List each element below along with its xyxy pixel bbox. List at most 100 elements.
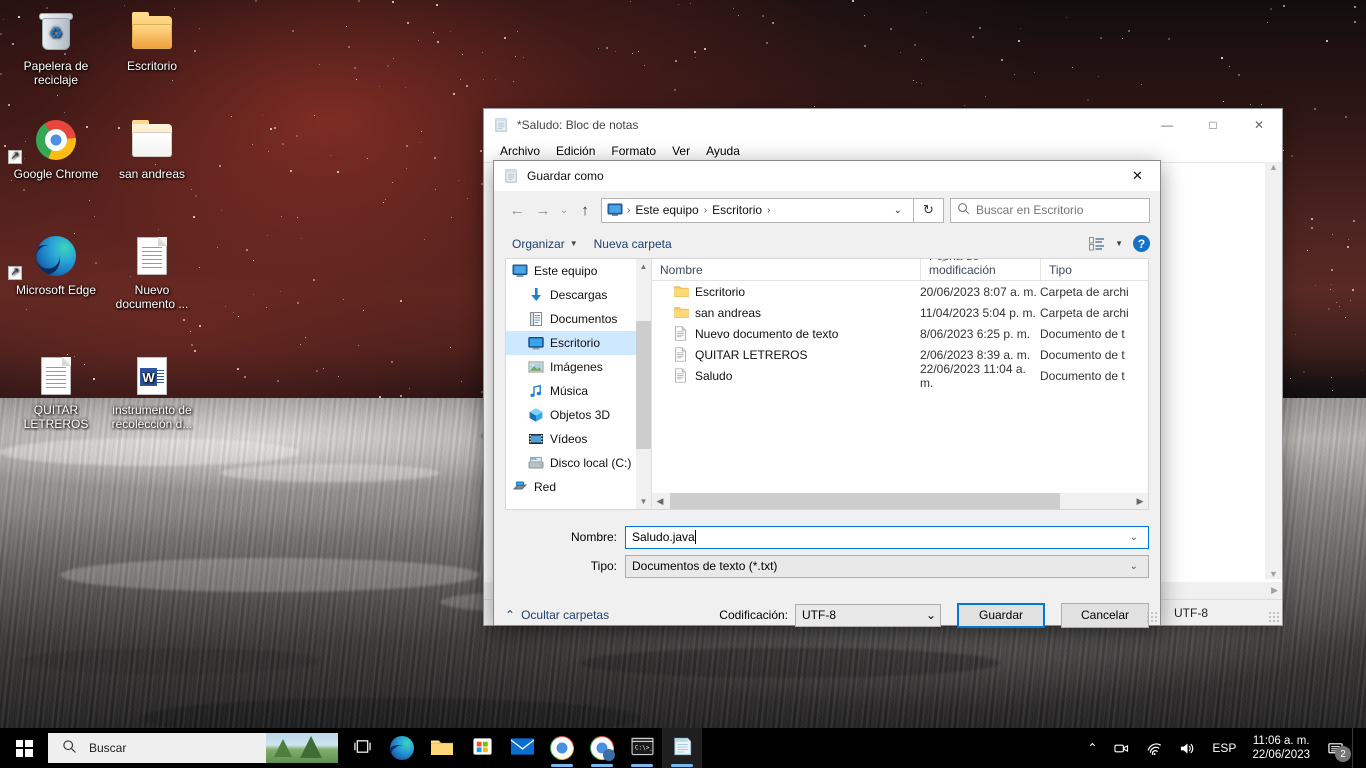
view-chevron-down-icon[interactable]: ▼ <box>1115 239 1123 248</box>
save-button[interactable]: Guardar <box>957 602 1045 628</box>
tree-item-disco-local-c[interactable]: Disco local (C:) <box>506 451 651 475</box>
taskbar-mail-button[interactable] <box>502 728 542 768</box>
taskbar-chrome-button[interactable] <box>542 728 582 768</box>
file-list-pane[interactable]: Nombre Fecha de modificación Tipo ⌃ Escr… <box>652 259 1148 509</box>
menu-item-archivo[interactable]: Archivo <box>492 142 548 160</box>
dialog-title-bar[interactable]: Guardar como ✕ <box>494 161 1160 191</box>
taskbar-search-box[interactable]: Buscar <box>48 733 338 763</box>
breadcrumb-item-0[interactable]: Este equipo <box>631 202 702 218</box>
filename-input[interactable]: Saludo.java ⌄ <box>625 525 1149 549</box>
tree-item-m-sica[interactable]: Música <box>506 379 651 403</box>
tree-item-red[interactable]: Red <box>506 475 651 499</box>
taskbar-task-view-button[interactable] <box>342 728 382 768</box>
notepad-minimize-button[interactable]: — <box>1144 109 1190 140</box>
tree-item-v-deos[interactable]: Vídeos <box>506 427 651 451</box>
help-icon[interactable]: ? <box>1133 235 1150 252</box>
filename-dropdown-icon[interactable]: ⌄ <box>1124 532 1144 543</box>
desktop-icon-san-andreas[interactable]: san andreas <box>104 116 200 181</box>
menu-item-ver[interactable]: Ver <box>664 142 698 160</box>
tree-item-objetos-3d[interactable]: Objetos 3D <box>506 403 651 427</box>
breadcrumb[interactable]: › Este equipo › Escritorio › ⌄ <box>601 197 914 223</box>
tree-item-este-equipo[interactable]: Este equipo <box>506 259 651 283</box>
hscroll-thumb[interactable] <box>670 493 1060 509</box>
notifications-button[interactable]: 2 <box>1318 728 1352 768</box>
back-button[interactable]: ← <box>504 197 530 223</box>
taskbar-file-explorer-button[interactable] <box>422 728 462 768</box>
taskbar-command-prompt-button[interactable]: C:\>_ <box>622 728 662 768</box>
file-list-horizontal-scrollbar[interactable]: ◀ ▶ <box>652 493 1148 509</box>
new-folder-button[interactable]: Nueva carpeta <box>586 234 680 254</box>
forward-button[interactable]: → <box>530 197 556 223</box>
breadcrumb-item-1[interactable]: Escritorio <box>708 202 766 218</box>
show-hidden-icons-button[interactable]: ⌃ <box>1079 728 1105 768</box>
column-header-type[interactable]: Tipo <box>1040 259 1148 280</box>
desktop-icon-google-chrome[interactable]: Google Chrome <box>8 116 104 181</box>
notepad-resize-grip[interactable] <box>1268 611 1280 623</box>
notepad-vertical-scrollbar[interactable]: ▲ ▼ <box>1265 162 1282 579</box>
taskbar-microsoft-edge-button[interactable] <box>382 728 422 768</box>
column-header-name[interactable]: Nombre <box>652 259 920 280</box>
menu-item-ayuda[interactable]: Ayuda <box>698 142 748 160</box>
desktop-icon-quitar-letreros[interactable]: QUITAR LETREROS <box>8 352 104 431</box>
search-box[interactable]: Buscar en Escritorio <box>950 197 1150 223</box>
file-row[interactable]: san andreas 11/04/2023 5:04 p. m. Carpeta … <box>652 302 1148 323</box>
wifi-icon[interactable] <box>1138 728 1171 768</box>
notepad-maximize-button[interactable]: □ <box>1190 109 1236 140</box>
file-row[interactable]: Saludo 22/06/2023 11:04 a. m. Documento de… <box>652 362 1148 390</box>
taskbar-chrome-person-button[interactable] <box>582 728 622 768</box>
filetype-dropdown-icon[interactable]: ⌄ <box>1124 561 1144 572</box>
up-button[interactable]: ↑ <box>572 197 598 223</box>
navigation-tree[interactable]: Este equipo Descargas Documentos Escritorio… <box>506 259 651 509</box>
start-button[interactable] <box>0 728 48 768</box>
menu-item-formato[interactable]: Formato <box>603 142 664 160</box>
tree-scroll-down-icon[interactable]: ▼ <box>636 494 651 509</box>
breadcrumb-dropdown-icon[interactable]: ⌄ <box>887 205 909 216</box>
file-row[interactable]: QUITAR LETREROS 2/06/2023 8:39 a. m. Docum… <box>652 344 1148 365</box>
clock[interactable]: 11:06 a. m. 22/06/2023 <box>1244 734 1318 762</box>
scroll-up-arrow-icon[interactable]: ▲ <box>1269 162 1278 172</box>
tree-item-descargas[interactable]: Descargas <box>506 283 651 307</box>
tree-item-documentos[interactable]: Documentos <box>506 307 651 331</box>
cancel-button[interactable]: Cancelar <box>1061 602 1149 628</box>
dialog-close-button[interactable]: ✕ <box>1115 161 1160 191</box>
desktop-icon-nuevo-documento[interactable]: Nuevo documento ... <box>104 232 200 311</box>
notepad-close-button[interactable]: ✕ <box>1236 109 1282 140</box>
filetype-select[interactable]: Documentos de texto (*.txt) ⌄ <box>625 554 1149 578</box>
tree-scrollbar[interactable]: ▲ ▼ <box>636 259 651 509</box>
desktop-icon-microsoft-edge[interactable]: Microsoft Edge <box>8 232 104 297</box>
language-indicator[interactable]: ESP <box>1204 728 1244 768</box>
show-desktop-button[interactable] <box>1352 728 1360 768</box>
hscroll-track[interactable] <box>668 493 1132 509</box>
desktop-icon-instrumento-de-recolecci-n-d[interactable]: Winstrumento de recolección d... <box>104 352 200 431</box>
refresh-button[interactable]: ↻ <box>914 197 944 223</box>
save-as-dialog[interactable]: Guardar como ✕ ← → ⌄ ↑ › Este equipo › E… <box>493 160 1161 628</box>
column-header-modified[interactable]: Fecha de modificación <box>920 259 1040 280</box>
hscroll-left-arrow-icon[interactable]: ◀ <box>652 496 668 507</box>
encoding-dropdown-icon[interactable]: ⌄ <box>926 608 936 622</box>
notepad-title-bar[interactable]: *Saludo: Bloc de notas — □ ✕ <box>484 109 1282 140</box>
terrain-ridge <box>140 698 640 728</box>
taskbar-microsoft-store-button[interactable] <box>462 728 502 768</box>
hscroll-right-arrow-icon[interactable]: ▶ <box>1132 496 1148 507</box>
organize-button[interactable]: Organizar ▼ <box>504 234 586 254</box>
recent-locations-button[interactable]: ⌄ <box>556 197 572 223</box>
tree-scroll-up-icon[interactable]: ▲ <box>636 259 651 274</box>
volume-icon[interactable] <box>1171 728 1204 768</box>
hide-folders-button[interactable]: ⌃ Ocultar carpetas <box>505 608 609 622</box>
view-layout-icon[interactable] <box>1089 236 1105 251</box>
tree-item-escritorio[interactable]: Escritorio <box>506 331 651 355</box>
dialog-resize-grip[interactable] <box>1146 611 1157 622</box>
desktop-icon-escritorio[interactable]: Escritorio <box>104 8 200 73</box>
tree-item-im-genes[interactable]: Imágenes <box>506 355 651 379</box>
menu-item-edición[interactable]: Edición <box>548 142 603 160</box>
encoding-select[interactable]: UTF-8 ⌄ <box>795 603 941 627</box>
file-row[interactable]: Escritorio 20/06/2023 8:07 a. m. Carpeta d… <box>652 281 1148 302</box>
file-row[interactable]: Nuevo documento de texto 8/06/2023 6:25 p… <box>652 323 1148 344</box>
tree-scroll-thumb[interactable] <box>636 321 651 449</box>
scroll-right-arrow-icon[interactable]: ▶ <box>1271 585 1278 596</box>
scroll-down-arrow-icon[interactable]: ▼ <box>1269 569 1278 579</box>
taskbar-notepad-button[interactable] <box>662 728 702 768</box>
desktop-icon-papelera-de-reciclaje[interactable]: ♻ Papelera de reciclaje <box>8 8 104 87</box>
file-modified: 8/06/2023 6:25 p. m. <box>920 326 1031 341</box>
meet-now-icon[interactable] <box>1105 728 1138 768</box>
